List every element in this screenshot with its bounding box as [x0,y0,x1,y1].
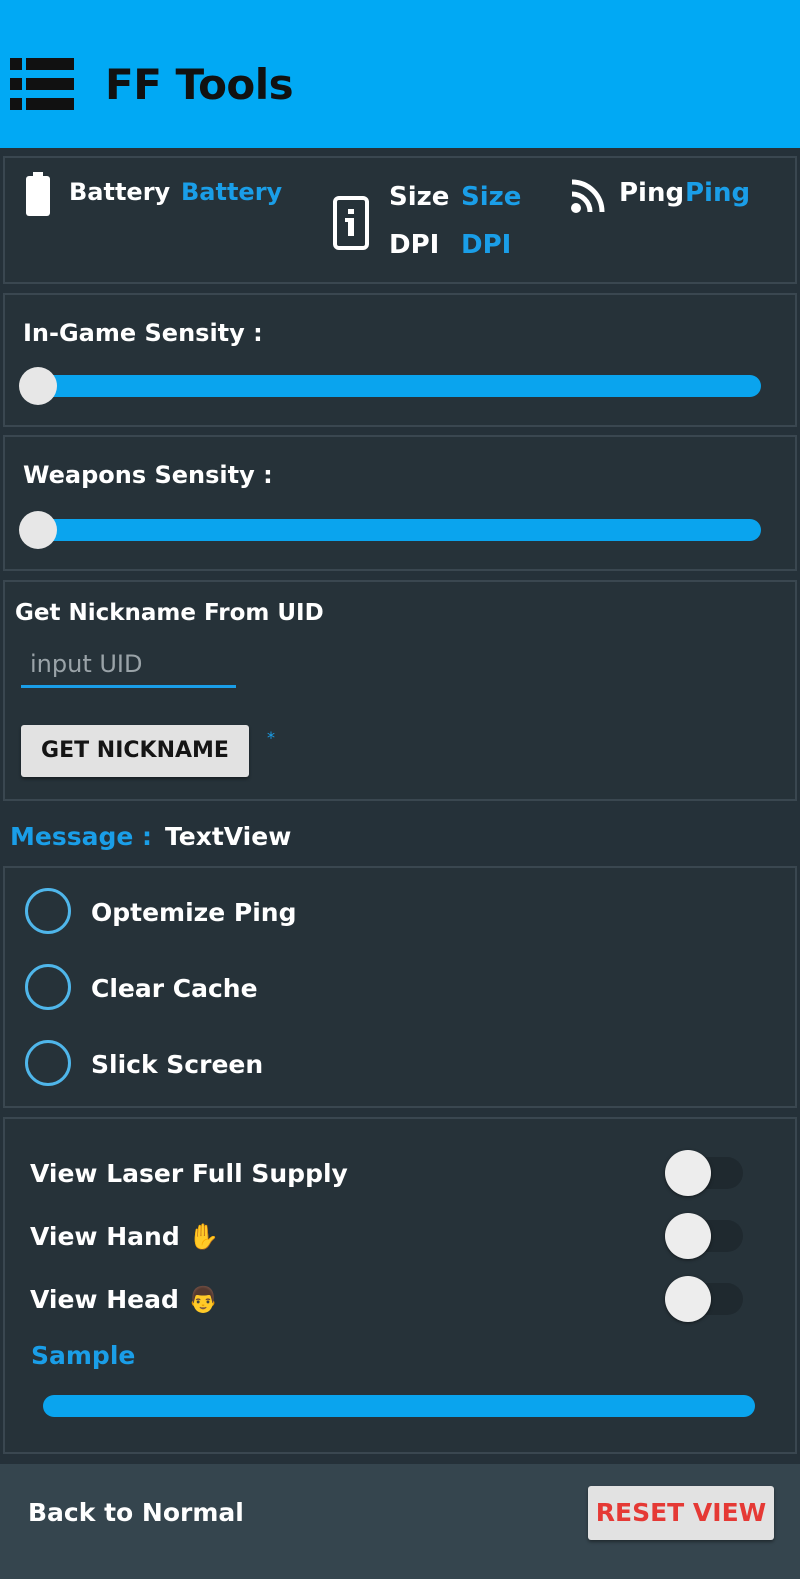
sample-label: Sample [31,1341,136,1370]
weapons-sensitivity-slider-track[interactable] [35,519,761,541]
back-to-normal-label: Back to Normal [28,1498,244,1527]
size-label: Size [389,182,450,212]
ingame-sensitivity-slider-track[interactable] [35,375,761,397]
weapons-sensitivity-slider-thumb[interactable] [19,511,57,549]
uid-input-placeholder: input UID [30,650,143,678]
dpi-label: DPI [389,230,440,260]
weapons-sensitivity-card: Weapons Sensity : [3,435,797,571]
option-label: Clear Cache [91,974,258,1003]
weapons-sensitivity-label: Weapons Sensity : [23,461,273,489]
option-radio[interactable] [25,1040,71,1086]
ping-value: Ping [685,178,751,208]
toggle-switch-thumb[interactable] [665,1150,711,1196]
get-nickname-button[interactable]: GET NICKNAME [21,725,249,777]
nickname-card: Get Nickname From UID input UID GET NICK… [3,580,797,801]
battery-label: Battery [69,178,171,206]
toggle-switch-thumb[interactable] [665,1213,711,1259]
app-title: FF Tools [105,60,294,109]
option-label: Slick Screen [91,1050,264,1079]
message-value: TextView [165,822,292,851]
battery-icon [26,172,50,216]
phone-info-icon [333,196,369,250]
ingame-sensitivity-card: In-Game Sensity : [3,293,797,427]
nickname-result-text: * [267,728,275,747]
sample-progress-bar [43,1395,755,1417]
rss-signal-icon [571,179,605,213]
ingame-sensitivity-slider-thumb[interactable] [19,367,57,405]
menu-list-icon[interactable] [10,58,74,110]
app-bar: FF Tools [0,0,800,148]
bottom-bar: Back to Normal RESET VIEW [0,1464,800,1579]
reset-view-button[interactable]: RESET VIEW [588,1486,774,1540]
message-label: Message : [10,822,153,851]
view-toggles-card: View Laser Full Supply View Hand ✋ View … [3,1117,797,1454]
option-radio[interactable] [25,964,71,1010]
ping-label: Ping [619,178,685,208]
option-radio[interactable] [25,888,71,934]
toggle-label: View Head 👨 [30,1285,219,1314]
dpi-value: DPI [461,230,512,260]
nickname-title: Get Nickname From UID [15,600,324,626]
toggle-label: View Laser Full Supply [30,1159,348,1188]
toggle-switch-thumb[interactable] [665,1276,711,1322]
toggle-label: View Hand ✋ [30,1222,220,1251]
battery-value: Battery [181,178,283,206]
uid-input[interactable]: input UID [21,644,236,688]
options-card: Optemize Ping Clear Cache Slick Screen [3,866,797,1108]
device-status-card: Battery Battery Size Size DPI DPI Ping P… [3,156,797,284]
ingame-sensitivity-label: In-Game Sensity : [23,319,263,347]
option-label: Optemize Ping [91,898,297,927]
size-value: Size [461,182,522,212]
